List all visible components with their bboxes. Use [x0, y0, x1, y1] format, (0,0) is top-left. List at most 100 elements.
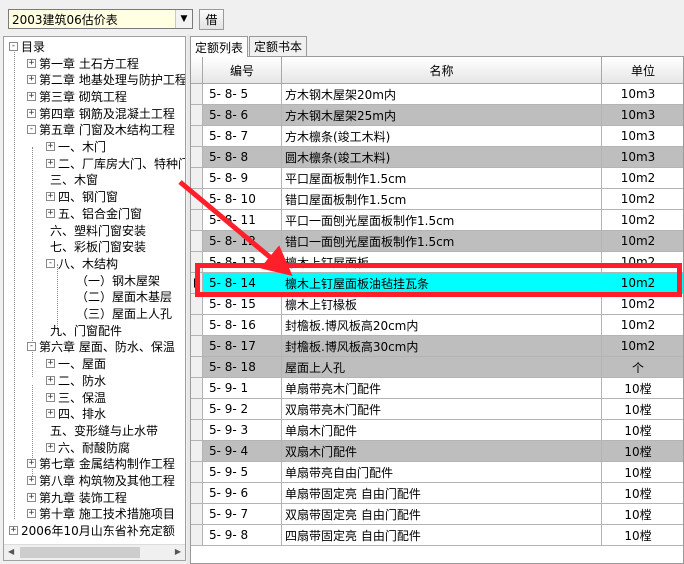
tree-node[interactable]: （二）屋面木基层 [76, 289, 172, 305]
expand-icon[interactable]: + [27, 58, 36, 68]
row-indicator[interactable] [191, 357, 203, 378]
cell-name[interactable]: 错口屋面板制作1.5cm [282, 189, 602, 210]
cell-name[interactable]: 双扇带固定亮 自由门配件 [282, 504, 602, 525]
cell-name[interactable]: 檩木上钉屋面板 [282, 252, 602, 273]
scroll-right-icon[interactable]: ▶ [175, 547, 181, 556]
tree-node[interactable]: + 第八章 构筑物及其他工程 [27, 473, 175, 489]
tree-node[interactable]: + 第十章 施工技术措施项目 [27, 506, 175, 522]
row-indicator[interactable] [191, 462, 203, 483]
expand-icon[interactable]: + [27, 108, 36, 118]
collapse-icon[interactable]: - [27, 342, 36, 352]
tree-node[interactable]: + 四、排水 [46, 406, 106, 422]
tree-node[interactable]: +2006年10月山东省补充定额 [9, 523, 175, 539]
tree-node[interactable]: + 四、钢门窗 [46, 189, 118, 205]
tree-root[interactable]: - 目录 [9, 38, 45, 54]
row-indicator[interactable] [191, 168, 203, 189]
tree-node[interactable]: + 三、保温 [46, 389, 106, 405]
chevron-down-icon[interactable]: ▼ [175, 10, 192, 28]
cell-name[interactable]: 方木钢木屋架25m内 [282, 105, 602, 126]
tree-node[interactable]: + 第七章 金属结构制作工程 [27, 456, 175, 472]
tab-quota-book[interactable]: 定额书本 [249, 36, 307, 56]
expand-icon[interactable]: + [27, 459, 36, 469]
cell-unit[interactable]: 10m2 [602, 189, 683, 210]
expand-icon[interactable]: + [46, 442, 55, 452]
expand-icon[interactable]: + [46, 208, 55, 218]
cell-name[interactable]: 封檐板.博风板高30cm内 [282, 336, 602, 357]
cell-code[interactable]: 5- 8- 7 [203, 126, 282, 147]
row-indicator[interactable] [191, 441, 203, 462]
table-row[interactable]: 5- 9- 6 单扇带固定亮 自由门配件 10樘 [191, 483, 683, 504]
cell-name[interactable]: 封檐板.博风板高20cm内 [282, 315, 602, 336]
cell-unit[interactable]: 10m2 [602, 294, 683, 315]
table-row[interactable]: 5- 8- 11 平口一面刨光屋面板制作1.5cm 10m2 [191, 210, 683, 231]
cell-unit[interactable]: 10樘 [602, 525, 683, 546]
cell-unit[interactable]: 10m3 [602, 105, 683, 126]
header-code[interactable]: 编号 [203, 57, 282, 84]
table-row[interactable]: 5- 8- 16 封檐板.博风板高20cm内 10m2 [191, 315, 683, 336]
row-indicator[interactable] [191, 315, 203, 336]
cell-code[interactable]: 5- 9- 8 [203, 525, 282, 546]
cell-code[interactable]: 5- 8- 6 [203, 105, 282, 126]
row-indicator[interactable] [191, 420, 203, 441]
cell-name[interactable]: 檩木上钉屋面板油毡挂瓦条 [282, 273, 602, 294]
cell-unit[interactable]: 10m3 [602, 126, 683, 147]
cell-unit[interactable]: 10樘 [602, 420, 683, 441]
cell-code[interactable]: 5- 9- 2 [203, 399, 282, 420]
cell-code[interactable]: 5- 8- 15 [203, 294, 282, 315]
cell-unit[interactable]: 10樘 [602, 378, 683, 399]
row-indicator[interactable] [191, 336, 203, 357]
cell-unit[interactable]: 10m2 [602, 168, 683, 189]
row-indicator[interactable] [191, 399, 203, 420]
cell-name[interactable]: 平口一面刨光屋面板制作1.5cm [282, 210, 602, 231]
tree-node[interactable]: + 第二章 地基处理与防护工程 [27, 72, 185, 88]
tree-node[interactable]: + 第九章 装饰工程 [27, 489, 127, 505]
cell-name[interactable]: 圆木檩条(竣工木料) [282, 147, 602, 168]
tree-node[interactable]: （三）屋面上人孔 [76, 306, 172, 322]
expand-icon[interactable]: + [27, 476, 36, 485]
table-row[interactable]: 5- 9- 8 四扇带固定亮 自由门配件 10樘 [191, 525, 683, 546]
table-row[interactable]: 5- 8- 7 方木檩条(竣工木料) 10m3 [191, 126, 683, 147]
row-indicator[interactable] [191, 210, 203, 231]
expand-icon[interactable]: + [27, 75, 36, 85]
collapse-icon[interactable]: - [27, 125, 36, 135]
row-indicator[interactable] [191, 105, 203, 126]
cell-code[interactable]: 5- 8- 18 [203, 357, 282, 378]
borrow-button[interactable]: 借 [199, 9, 224, 30]
tree-node[interactable]: （一）钢木屋架 [76, 272, 160, 288]
expand-icon[interactable]: + [9, 526, 18, 536]
cell-name[interactable]: 方木钢木屋架20m内 [282, 84, 602, 105]
table-row[interactable]: 5- 8- 8 圆木檩条(竣工木料) 10m3 [191, 147, 683, 168]
cell-code[interactable]: 5- 8- 17 [203, 336, 282, 357]
tree-node[interactable]: 三、木窗 [50, 172, 98, 188]
cell-unit[interactable]: 10m3 [602, 147, 683, 168]
cell-unit[interactable]: 10樘 [602, 399, 683, 420]
row-indicator[interactable] [191, 294, 203, 315]
tree-horizontal-scrollbar[interactable]: ◀ ▶ [4, 544, 185, 560]
table-row[interactable]: 5- 8- 14 檩木上钉屋面板油毡挂瓦条 10m2 [191, 273, 683, 294]
cell-unit[interactable]: 10m3 [602, 84, 683, 105]
cell-unit[interactable]: 10m2 [602, 336, 683, 357]
tree-node[interactable]: + 一、屋面 [46, 356, 106, 372]
expand-icon[interactable]: + [46, 359, 55, 369]
expand-icon[interactable]: + [46, 392, 55, 402]
table-row[interactable]: 5- 8- 15 檩木上钉椽板 10m2 [191, 294, 683, 315]
cell-name[interactable]: 错口一面刨光屋面板制作1.5cm [282, 231, 602, 252]
table-row[interactable]: 5- 9- 4 双扇木门配件 10樘 [191, 441, 683, 462]
cell-code[interactable]: 5- 8- 14 [203, 273, 282, 294]
cell-name[interactable]: 檩木上钉椽板 [282, 294, 602, 315]
row-indicator[interactable] [191, 273, 203, 294]
tree-node[interactable]: + 第三章 砌筑工程 [27, 88, 127, 104]
cell-name[interactable]: 单扇带亮木门配件 [282, 378, 602, 399]
cell-code[interactable]: 5- 9- 5 [203, 462, 282, 483]
tree-node[interactable]: - 第六章 屋面、防水、保温 [27, 339, 175, 355]
expand-icon[interactable]: + [27, 91, 36, 101]
cell-code[interactable]: 5- 8- 5 [203, 84, 282, 105]
cell-code[interactable]: 5- 8- 16 [203, 315, 282, 336]
expand-icon[interactable]: + [46, 158, 55, 168]
table-row[interactable]: 5- 9- 7 双扇带固定亮 自由门配件 10樘 [191, 504, 683, 525]
row-indicator[interactable] [191, 84, 203, 105]
expand-icon[interactable]: + [46, 192, 55, 202]
row-indicator[interactable] [191, 147, 203, 168]
cell-code[interactable]: 5- 9- 6 [203, 483, 282, 504]
cell-unit[interactable]: 10m2 [602, 231, 683, 252]
